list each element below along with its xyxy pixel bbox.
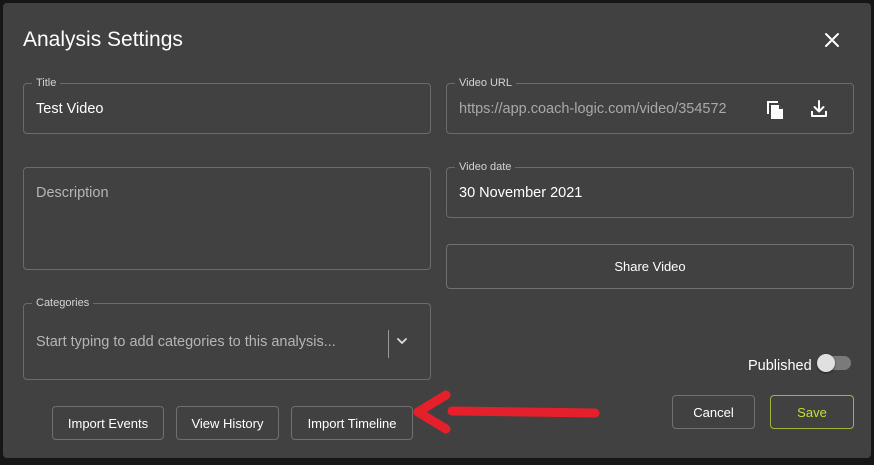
close-icon <box>825 33 839 47</box>
video-url-input[interactable]: https://app.coach-logic.com/video/354572 <box>459 101 727 117</box>
import-events-button[interactable]: Import Events <box>52 406 164 440</box>
title-input[interactable]: Test Video <box>36 101 103 117</box>
title-field-label: Title <box>32 77 61 89</box>
published-label: Published <box>748 358 812 374</box>
description-field[interactable]: Description <box>23 167 431 270</box>
published-toggle[interactable] <box>817 354 851 372</box>
share-video-button[interactable]: Share Video <box>446 244 854 289</box>
published-toggle-knob <box>817 354 835 372</box>
save-button[interactable]: Save <box>770 395 854 429</box>
video-date-field-label: Video date <box>455 161 516 173</box>
categories-input[interactable]: Start typing to add categories to this a… <box>36 334 336 350</box>
video-date-field[interactable]: Video date 30 November 2021 <box>446 161 854 218</box>
categories-field[interactable]: Categories Start typing to add categorie… <box>23 297 431 380</box>
copy-url-button[interactable] <box>763 97 787 121</box>
dialog-title: Analysis Settings <box>23 28 183 51</box>
categories-dropdown-button[interactable] <box>390 329 414 353</box>
video-url-field[interactable]: Video URL https://app.coach-logic.com/vi… <box>446 77 854 134</box>
video-date-input[interactable]: 30 November 2021 <box>459 185 582 201</box>
title-field[interactable]: Title Test Video <box>23 77 431 134</box>
categories-divider <box>388 330 389 358</box>
cancel-button[interactable]: Cancel <box>672 395 755 429</box>
copy-icon <box>767 101 783 119</box>
video-url-field-label: Video URL <box>455 77 516 89</box>
import-timeline-button[interactable]: Import Timeline <box>291 406 413 440</box>
download-url-button[interactable] <box>807 97 831 121</box>
description-input[interactable]: Description <box>36 185 109 201</box>
chevron-down-icon <box>397 338 407 344</box>
view-history-button[interactable]: View History <box>176 406 279 440</box>
annotation-arrow-icon <box>413 390 600 434</box>
close-button[interactable] <box>819 27 845 53</box>
download-icon <box>811 100 827 117</box>
categories-field-label: Categories <box>32 297 94 309</box>
